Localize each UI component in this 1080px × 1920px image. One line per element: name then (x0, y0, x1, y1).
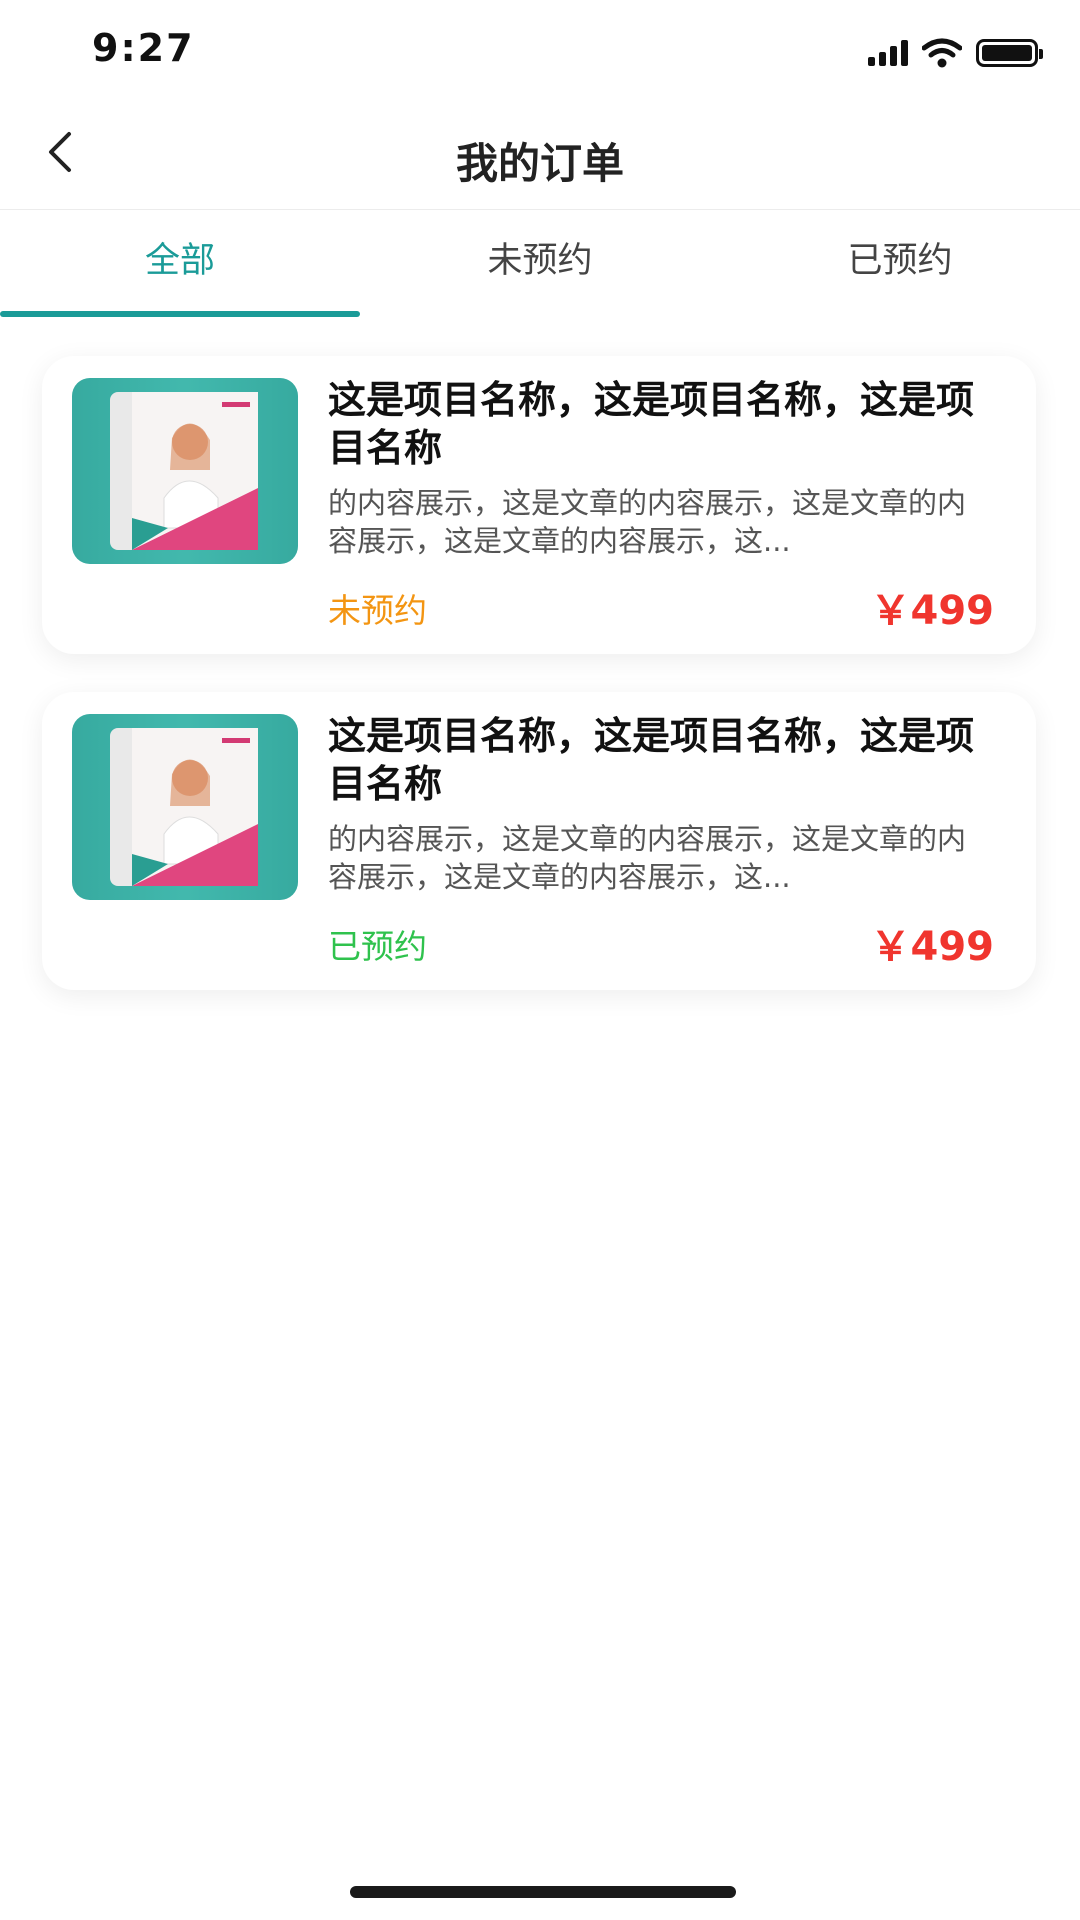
tab-unbooked[interactable]: 未预约 (360, 211, 720, 317)
order-price: ￥499 (870, 588, 995, 634)
order-card[interactable]: 这是项目名称，这是项目名称，这是项目名称 的内容展示，这是文章的内容展示，这是文… (42, 356, 1036, 654)
battery-icon (976, 39, 1043, 67)
order-title: 这是项目名称，这是项目名称，这是项目名称 (328, 378, 975, 470)
nav-bar: 我的订单 (0, 100, 1080, 210)
tab-label: 未预约 (487, 241, 593, 281)
page-title: 我的订单 (455, 139, 624, 188)
order-list: 这是项目名称，这是项目名称，这是项目名称 的内容展示，这是文章的内容展示，这是文… (42, 356, 1036, 1028)
home-indicator[interactable] (350, 1886, 736, 1898)
order-status: 未预约 (328, 591, 427, 630)
order-status: 已预约 (328, 927, 427, 966)
tab-bar: 全部 未预约 已预约 (0, 211, 1080, 317)
status-time: 9:27 (92, 26, 195, 70)
order-thumbnail (72, 714, 298, 900)
tab-indicator (0, 311, 360, 317)
order-footer: 未预约 ￥499 (328, 578, 994, 634)
wifi-icon (922, 38, 962, 68)
order-card[interactable]: 这是项目名称，这是项目名称，这是项目名称 的内容展示，这是文章的内容展示，这是文… (42, 692, 1036, 990)
signal-icon (868, 40, 908, 66)
status-bar: 9:27 (0, 0, 1080, 100)
order-description: 的内容展示，这是文章的内容展示，这是文章的内容展示，这是文章的内容展示，这... (328, 486, 967, 558)
order-description: 的内容展示，这是文章的内容展示，这是文章的内容展示，这是文章的内容展示，这... (328, 822, 967, 894)
order-thumbnail (72, 378, 298, 564)
order-price: ￥499 (870, 924, 995, 970)
tab-all[interactable]: 全部 (0, 211, 360, 317)
tab-label: 全部 (144, 241, 215, 281)
order-title: 这是项目名称，这是项目名称，这是项目名称 (328, 714, 975, 806)
order-content: 这是项目名称，这是项目名称，这是项目名称 的内容展示，这是文章的内容展示，这是文… (328, 376, 994, 634)
order-content: 这是项目名称，这是项目名称，这是项目名称 的内容展示，这是文章的内容展示，这是文… (328, 712, 994, 970)
tab-label: 已预约 (847, 241, 953, 281)
order-footer: 已预约 ￥499 (328, 914, 994, 970)
tab-booked[interactable]: 已预约 (720, 211, 1080, 317)
status-icons (868, 36, 1043, 70)
